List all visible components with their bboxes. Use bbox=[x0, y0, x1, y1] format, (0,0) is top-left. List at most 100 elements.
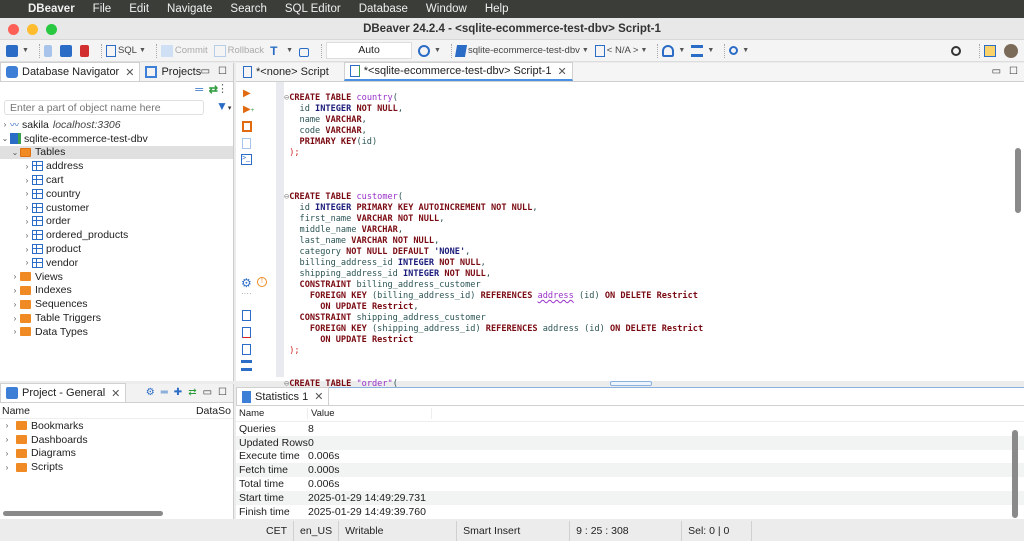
erd-button[interactable]: ▼ bbox=[691, 44, 714, 57]
tree-table-order[interactable]: › order bbox=[0, 215, 233, 229]
tree-table-address[interactable]: › address bbox=[0, 159, 233, 173]
history-button[interactable]: ▼ bbox=[418, 44, 441, 57]
tree-folder-views[interactable]: › Views bbox=[0, 270, 233, 284]
tree-folder-indexes[interactable]: › Indexes bbox=[0, 284, 233, 298]
tree-folder-data-types[interactable]: › Data Types bbox=[0, 325, 233, 339]
tab-projects[interactable]: Projects bbox=[140, 62, 206, 81]
close-icon[interactable]: ✕ bbox=[314, 390, 323, 403]
chevron-right-icon[interactable]: › bbox=[2, 463, 12, 472]
global-search-button[interactable] bbox=[951, 45, 963, 56]
stat-row[interactable]: Queries 8 bbox=[236, 422, 1024, 436]
tree-folder-table-triggers[interactable]: › Table Triggers bbox=[0, 311, 233, 325]
load-script-icon[interactable] bbox=[242, 344, 251, 355]
outline-icon[interactable] bbox=[241, 360, 252, 371]
sql-editor-button[interactable]: SQL ▼ bbox=[105, 44, 146, 57]
chevron-right-icon[interactable]: › bbox=[22, 162, 32, 171]
menu-navigate[interactable]: Navigate bbox=[167, 3, 212, 15]
stat-row[interactable]: Fetch time 0.000s bbox=[236, 463, 1024, 478]
project-item-diagrams[interactable]: › Diagrams bbox=[0, 447, 233, 461]
active-schema-selector[interactable]: < N/A > ▼ bbox=[594, 44, 647, 57]
navigator-search-input[interactable] bbox=[4, 100, 204, 115]
column-header-name[interactable]: Name bbox=[0, 405, 196, 417]
chevron-right-icon[interactable]: › bbox=[10, 272, 20, 281]
horizontal-scrollbar[interactable] bbox=[3, 511, 163, 516]
close-icon[interactable]: ✕ bbox=[111, 387, 120, 400]
editor-vertical-scrollbar[interactable] bbox=[1015, 148, 1021, 213]
gear-icon[interactable]: ⚙ bbox=[241, 276, 252, 290]
tab-database-navigator[interactable]: Database Navigator ✕ bbox=[0, 62, 141, 81]
terminal-icon[interactable]: >_ bbox=[241, 154, 252, 165]
zoom-window-button[interactable] bbox=[46, 24, 57, 35]
tree-table-product[interactable]: › product bbox=[0, 242, 233, 256]
collapse-icon[interactable]: ═ bbox=[161, 387, 168, 398]
explain-plan-icon[interactable] bbox=[242, 138, 251, 149]
maximize-icon[interactable]: ☐ bbox=[1009, 66, 1018, 77]
collapse-all-icon[interactable]: ═ bbox=[195, 84, 203, 96]
chevron-right-icon[interactable]: › bbox=[22, 189, 32, 198]
maximize-icon[interactable]: ☐ bbox=[218, 387, 227, 398]
menu-database[interactable]: Database bbox=[359, 3, 408, 15]
tree-table-country[interactable]: › country bbox=[0, 187, 233, 201]
warning-icon[interactable]: ! bbox=[257, 277, 267, 287]
stat-row[interactable]: Finish time 2025-01-29 14:49:39.760 bbox=[236, 505, 1024, 519]
reconnect-button[interactable] bbox=[59, 44, 74, 57]
chevron-right-icon[interactable]: › bbox=[2, 435, 12, 444]
chevron-down-icon[interactable]: ⌄ bbox=[10, 148, 20, 157]
view-menu-icon[interactable]: ⋮ bbox=[217, 82, 228, 95]
disconnect-button[interactable] bbox=[79, 44, 91, 57]
search-dropdown-button[interactable]: ▼ bbox=[729, 46, 749, 55]
perspective-button[interactable] bbox=[984, 44, 998, 57]
panel-toggle-handle[interactable] bbox=[610, 381, 652, 386]
chevron-right-icon[interactable]: › bbox=[22, 231, 32, 240]
project-item-scripts[interactable]: › Scripts bbox=[0, 460, 233, 474]
minimize-icon[interactable]: ▭ bbox=[203, 387, 212, 398]
chevron-right-icon[interactable]: › bbox=[22, 245, 32, 254]
tree-connection-sqlite[interactable]: ⌄ sqlite-ecommerce-test-dbv bbox=[0, 132, 233, 146]
tree-connection-sakila[interactable]: › 〰 sakila localhost:3306 bbox=[0, 118, 233, 132]
transaction-mode-button[interactable]: T ▼ bbox=[270, 45, 293, 57]
stat-row[interactable]: Total time 0.006s bbox=[236, 477, 1024, 491]
menu-search[interactable]: Search bbox=[230, 3, 266, 15]
tree-table-ordered-products[interactable]: › ordered_products bbox=[0, 228, 233, 242]
tab-statistics-1[interactable]: Statistics 1 ✕ bbox=[236, 387, 330, 405]
project-item-dashboards[interactable]: › Dashboards bbox=[0, 433, 233, 447]
chevron-right-icon[interactable]: › bbox=[22, 258, 32, 267]
chevron-right-icon[interactable]: › bbox=[22, 217, 32, 226]
maximize-icon[interactable]: ☐ bbox=[218, 66, 227, 77]
new-connection-button[interactable]: ▼ bbox=[6, 44, 29, 57]
stat-row[interactable]: Start time 2025-01-29 14:49:29.731 bbox=[236, 490, 1024, 505]
close-window-button[interactable] bbox=[8, 24, 19, 35]
close-icon[interactable]: ✕ bbox=[125, 66, 134, 79]
gear-icon[interactable]: ⚙ bbox=[146, 387, 155, 398]
menu-window[interactable]: Window bbox=[426, 3, 467, 15]
stat-row[interactable]: Updated Rows 0 bbox=[236, 435, 1024, 450]
menu-file[interactable]: File bbox=[93, 3, 112, 15]
project-item-bookmarks[interactable]: › Bookmarks bbox=[0, 419, 233, 433]
filter-icon[interactable]: ▼▾ bbox=[216, 99, 231, 113]
menu-help[interactable]: Help bbox=[485, 3, 509, 15]
tab-sqlite-script-1[interactable]: *<sqlite-ecommerce-test-dbv> Script-1 ✕ bbox=[343, 62, 573, 81]
results-vertical-scrollbar[interactable] bbox=[1012, 430, 1018, 518]
connect-button[interactable] bbox=[43, 44, 54, 57]
import-icon[interactable] bbox=[242, 327, 251, 338]
tree-folder-tables[interactable]: ⌄ Tables bbox=[0, 145, 233, 160]
stat-row[interactable]: Execute time 0.006s bbox=[236, 450, 1024, 464]
menu-edit[interactable]: Edit bbox=[129, 3, 149, 15]
chevron-right-icon[interactable]: › bbox=[10, 286, 20, 295]
tree-folder-sequences[interactable]: › Sequences bbox=[0, 297, 233, 311]
chevron-down-icon[interactable]: ⌄ bbox=[0, 134, 10, 143]
chevron-right-icon[interactable]: › bbox=[2, 421, 12, 430]
active-datasource-selector[interactable]: sqlite-ecommerce-test-dbv ▼ bbox=[454, 44, 589, 57]
rollback-button[interactable]: Rollback bbox=[213, 44, 264, 57]
chevron-right-icon[interactable]: › bbox=[10, 327, 20, 336]
column-header-value[interactable]: Value bbox=[308, 408, 432, 419]
tab-project-general[interactable]: Project - General ✕ bbox=[0, 383, 127, 402]
execute-script-icon[interactable] bbox=[242, 121, 252, 132]
menu-app[interactable]: DBeaver bbox=[28, 3, 75, 15]
minimize-window-button[interactable] bbox=[27, 24, 38, 35]
chevron-right-icon[interactable]: › bbox=[22, 203, 32, 212]
link-icon[interactable]: ⇄ bbox=[188, 387, 196, 398]
minimize-icon[interactable]: ▭ bbox=[992, 66, 1001, 77]
database-perspective-button[interactable] bbox=[1004, 43, 1020, 58]
expand-icon[interactable]: ✚ bbox=[174, 387, 182, 398]
